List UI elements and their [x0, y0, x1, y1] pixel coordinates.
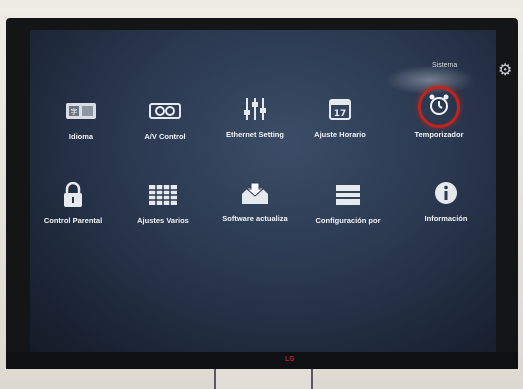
- menu-item-label: Ethernet Setting: [226, 130, 284, 139]
- menu-item-label: Ajuste Horario: [314, 130, 366, 139]
- menu-item-label: A/V Control: [144, 132, 186, 141]
- tv-brand-logo: LG: [285, 356, 295, 363]
- tv-bottom-bezel: [6, 352, 518, 369]
- menu-item-label: Configuración por: [315, 216, 381, 225]
- av-control-icon: [148, 98, 182, 124]
- grid-icon: [146, 182, 180, 208]
- svg-text:字: 字: [71, 107, 78, 116]
- menu-item-ajustes-varios[interactable]: Ajustes Varios: [120, 182, 206, 225]
- menu-item-label: Información: [424, 214, 468, 223]
- menu-item-label: Software actualiza: [222, 214, 288, 223]
- software-update-icon: [238, 180, 272, 206]
- calendar-icon: 17: [323, 96, 357, 122]
- menu-item-informacion[interactable]: Información: [403, 180, 489, 223]
- alarm-clock-icon: [427, 93, 451, 122]
- language-icon: 字: [64, 98, 98, 124]
- gear-icon[interactable]: ⚙: [498, 62, 516, 80]
- info-icon: [429, 180, 463, 206]
- menu-item-ajuste-horario[interactable]: 17 Ajuste Horario: [297, 96, 383, 139]
- tv-stand: [214, 369, 313, 389]
- menu-item-ethernet-setting[interactable]: Ethernet Setting: [212, 96, 298, 139]
- reset-config-icon: [331, 182, 365, 208]
- menu-item-idioma[interactable]: 字 Idioma: [38, 98, 124, 141]
- sliders-icon: [238, 96, 272, 122]
- calendar-day: 17: [334, 109, 347, 119]
- menu-item-av-control[interactable]: A/V Control: [122, 98, 208, 141]
- lock-icon: [56, 182, 90, 208]
- menu-item-control-parental[interactable]: Control Parental: [30, 182, 116, 225]
- menu-item-label: Ajustes Varios: [137, 216, 189, 225]
- menu-item-label: Temporizador: [414, 130, 464, 139]
- menu-item-label: Control Parental: [43, 216, 103, 225]
- menu-item-software-actualiza[interactable]: Software actualiza: [212, 180, 298, 223]
- menu-item-configuracion-por[interactable]: Configuración por: [305, 182, 391, 225]
- menu-item-temporizador[interactable]: Temporizador: [396, 86, 482, 139]
- selection-ring: [418, 86, 460, 128]
- section-label: Sistema: [432, 62, 458, 69]
- menu-item-label: Idioma: [68, 132, 94, 141]
